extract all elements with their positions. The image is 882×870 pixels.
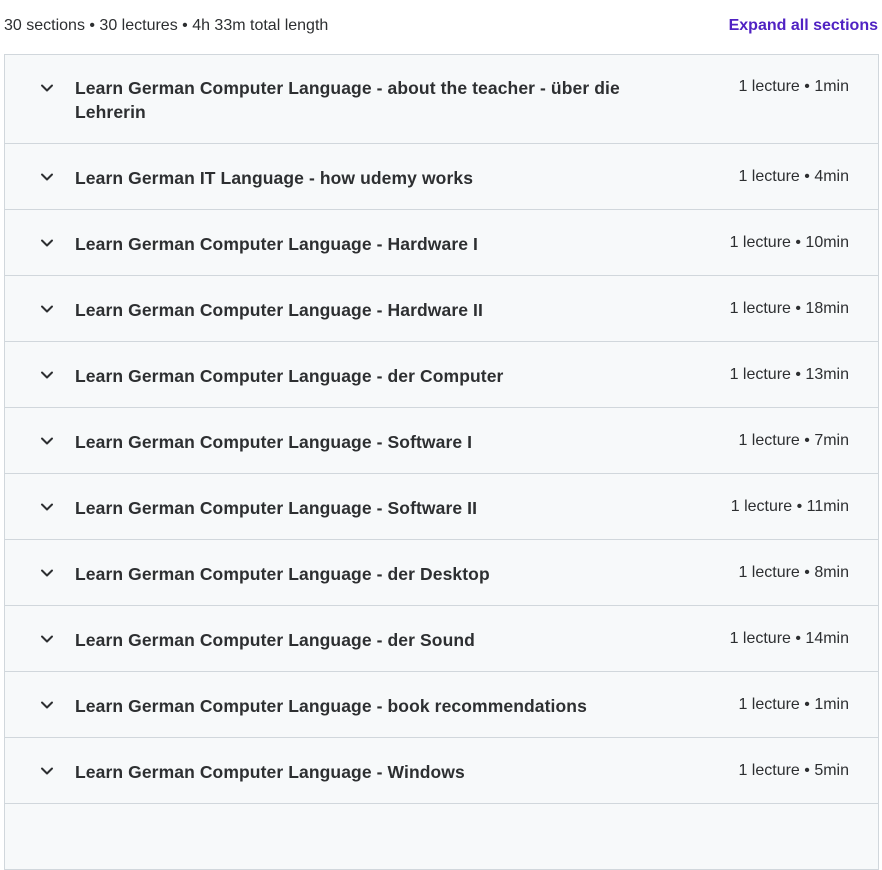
section-title: Learn German Computer Language - der Des… [75,564,490,584]
section-row[interactable]: Learn German Computer Language - Hardwar… [5,276,878,342]
section-row[interactable]: Learn German Computer Language - der Des… [5,540,878,606]
section-title: Learn German Computer Language - Hardwar… [75,234,478,254]
section-title: Learn German Computer Language - book re… [75,696,587,716]
chevron-down-icon [39,433,55,449]
chevron-down-icon [39,80,55,96]
section-meta: 1 lecture • 5min [738,762,849,779]
section-title: Learn German Computer Language - Hardwar… [75,300,483,320]
section-title: Learn German Computer Language - der Sou… [75,630,475,650]
section-meta: 1 lecture • 4min [738,168,849,185]
chevron-down-icon [39,169,55,185]
section-meta: 1 lecture • 10min [729,234,849,251]
section-row[interactable]: Learn German Computer Language - Hardwar… [5,210,878,276]
section-meta: 1 lecture • 18min [729,300,849,317]
section-title: Learn German Computer Language - about t… [75,78,620,122]
section-meta: 1 lecture • 1min [738,78,849,95]
chevron-down-icon [39,697,55,713]
section-row[interactable]: Learn German Computer Language - book re… [5,672,878,738]
chevron-down-icon [39,301,55,317]
section-title: Learn German Computer Language - Softwar… [75,498,478,518]
section-meta: 1 lecture • 14min [729,630,849,647]
section-row[interactable]: Learn German Computer Language - Softwar… [5,408,878,474]
section-title: Learn German Computer Language - Windows [75,762,465,782]
curriculum-summary-bar: 30 sections • 30 lectures • 4h 33m total… [0,0,882,54]
section-row[interactable]: Learn German Computer Language - about t… [5,55,878,144]
chevron-down-icon [39,367,55,383]
section-meta: 1 lecture • 1min [738,696,849,713]
section-row[interactable]: Learn German Computer Language - Softwar… [5,474,878,540]
section-row[interactable]: Learn German IT Language - how udemy wor… [5,144,878,210]
curriculum-section-list: Learn German Computer Language - about t… [4,54,879,870]
chevron-down-icon [39,763,55,779]
section-row[interactable]: Learn German Computer Language - Windows… [5,738,878,804]
chevron-down-icon [39,631,55,647]
section-row[interactable]: Learn German Computer Language - der Com… [5,342,878,408]
section-meta: 1 lecture • 8min [738,564,849,581]
section-title: Learn German Computer Language - Softwar… [75,432,473,452]
section-meta: 1 lecture • 11min [730,498,849,515]
chevron-down-icon [39,499,55,515]
chevron-down-icon [39,235,55,251]
section-meta: 1 lecture • 7min [738,432,849,449]
curriculum-summary: 30 sections • 30 lectures • 4h 33m total… [4,17,329,34]
section-meta: 1 lecture • 13min [729,366,849,383]
section-title: Learn German IT Language - how udemy wor… [75,168,474,188]
section-title: Learn German Computer Language - der Com… [75,366,504,386]
chevron-down-icon [39,565,55,581]
section-row[interactable]: Learn German Computer Language - der Sou… [5,606,878,672]
expand-all-sections-button[interactable]: Expand all sections [729,17,878,35]
